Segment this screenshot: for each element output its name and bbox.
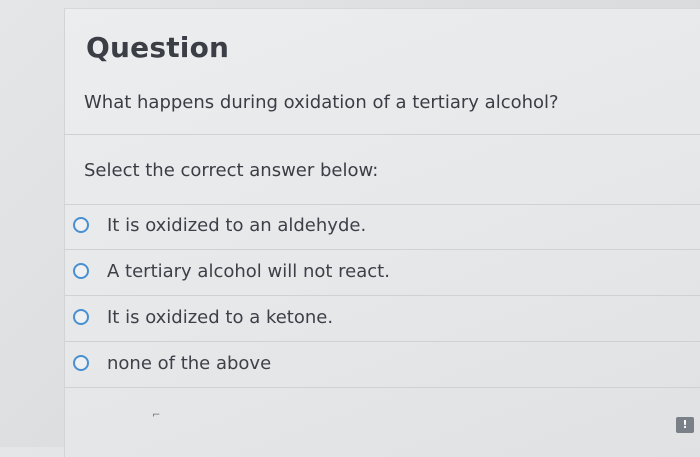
- answer-option-label: A tertiary alcohol will not react.: [107, 260, 390, 282]
- answer-option-label: none of the above: [107, 352, 272, 374]
- report-flag-icon[interactable]: !: [676, 417, 694, 433]
- divider: [65, 387, 700, 388]
- radio-button-icon[interactable]: [73, 217, 89, 233]
- question-card: Question What happens during oxidation o…: [64, 8, 700, 457]
- question-heading: Question: [86, 31, 230, 64]
- answer-option-label: It is oxidized to a ketone.: [107, 306, 334, 328]
- answer-option-4[interactable]: none of the above: [71, 341, 691, 385]
- radio-button-icon[interactable]: [73, 263, 89, 279]
- mouse-cursor-icon: ⌐: [152, 410, 161, 421]
- divider: [65, 134, 700, 135]
- answer-prompt: Select the correct answer below:: [84, 160, 379, 181]
- answer-option-3[interactable]: It is oxidized to a ketone.: [71, 295, 691, 339]
- radio-button-icon[interactable]: [73, 355, 89, 371]
- answer-option-2[interactable]: A tertiary alcohol will not react.: [71, 249, 691, 293]
- answer-option-label: It is oxidized to an aldehyde.: [107, 214, 367, 236]
- radio-button-icon[interactable]: [73, 309, 89, 325]
- question-text: What happens during oxidation of a terti…: [84, 92, 559, 113]
- answer-option-1[interactable]: It is oxidized to an aldehyde.: [71, 203, 691, 247]
